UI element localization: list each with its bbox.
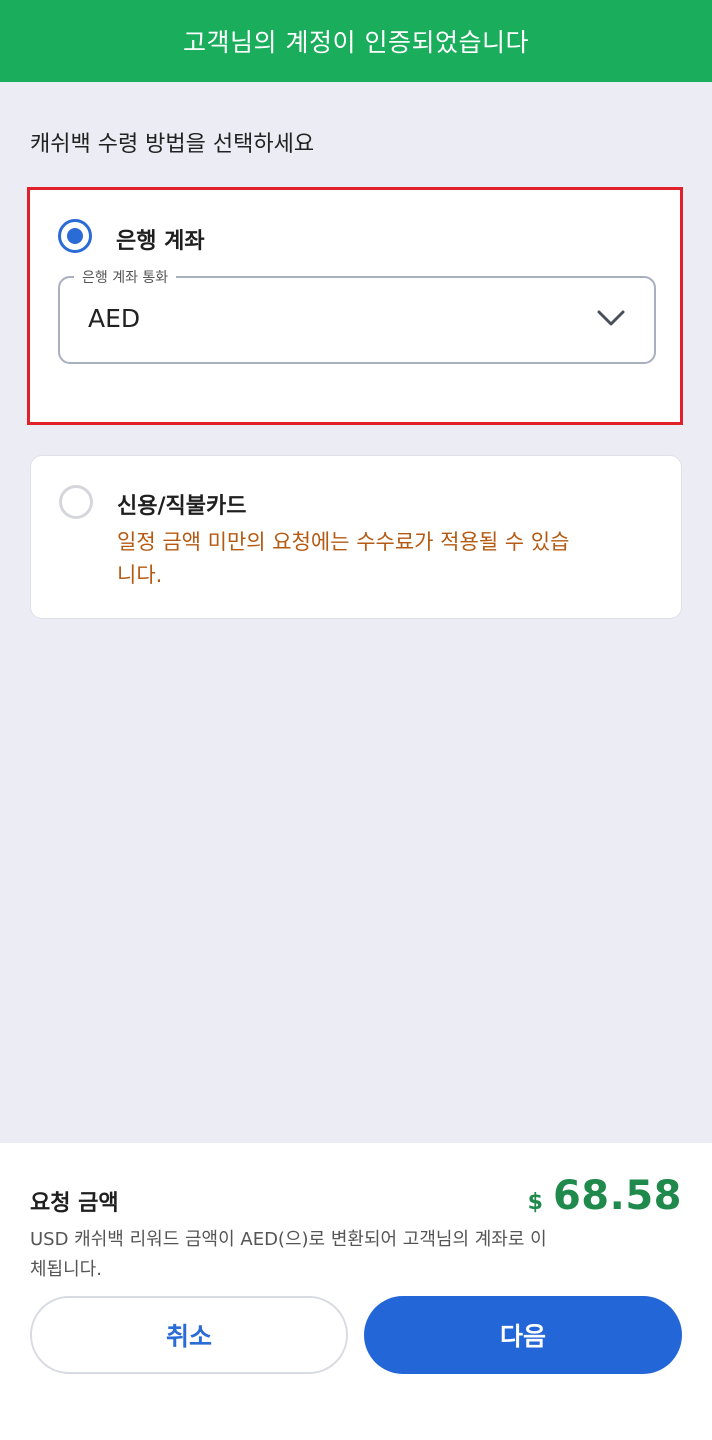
conversion-description: USD 캐쉬백 리워드 금액이 AED(으)로 변환되어 고객님의 계좌로 이체… [30, 1229, 547, 1280]
bank-account-option[interactable]: 은행 계좌 은행 계좌 통화 AED [27, 187, 683, 425]
amount-value: 68.58 [552, 1173, 682, 1219]
radio-selected-icon[interactable] [58, 219, 92, 253]
card-fee-note: 일정 금액 미만의 요청에는 수수료가 적용될 수 있습니다. [117, 530, 570, 587]
banner-text: 고객님의 계정이 인증되었습니다 [183, 28, 529, 57]
chevron-down-icon[interactable] [596, 308, 626, 328]
bank-currency-legend: 은행 계좌 통화 [74, 267, 177, 287]
cancel-button[interactable]: 취소 [30, 1296, 348, 1374]
verification-banner: 고객님의 계정이 인증되었습니다 [0, 0, 712, 82]
page-prompt: 캐쉬백 수령 방법을 선택하세요 [30, 132, 315, 157]
requested-amount: $ 68.58 [528, 1173, 682, 1219]
bank-currency-value: AED [88, 304, 141, 333]
currency-symbol: $ [527, 1190, 543, 1215]
bank-currency-select[interactable]: 은행 계좌 통화 AED [58, 267, 656, 364]
bank-account-label: 은행 계좌 [116, 229, 205, 254]
requested-amount-label: 요청 금액 [30, 1191, 119, 1216]
next-button[interactable]: 다음 [364, 1296, 682, 1374]
summary-footer: 요청 금액 $ 68.58 USD 캐쉬백 리워드 금액이 AED(으)로 변환… [0, 1143, 712, 1440]
card-option[interactable]: 신용/직불카드 일정 금액 미만의 요청에는 수수료가 적용될 수 있습니다. [30, 455, 682, 619]
card-label: 신용/직불카드 [117, 494, 247, 519]
radio-unselected-icon[interactable] [59, 485, 93, 519]
